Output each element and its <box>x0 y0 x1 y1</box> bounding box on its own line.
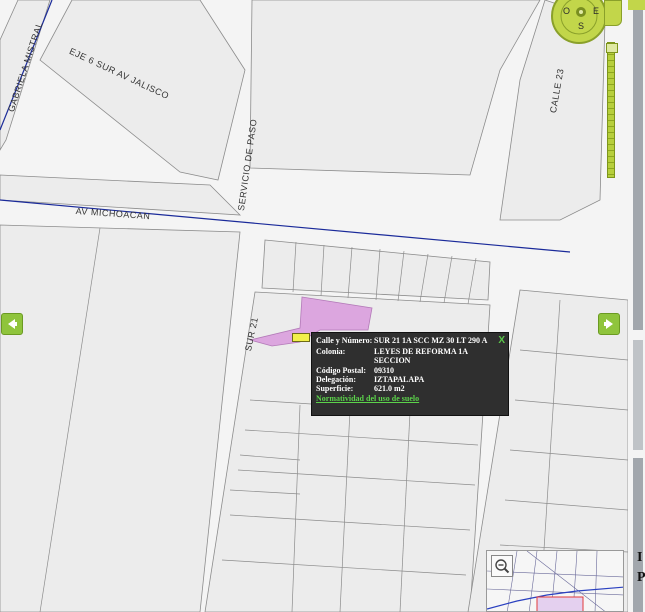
map-canvas[interactable]: GABRIELA MISTRAL EJE 6 SUR AV JALISCO SE… <box>0 0 628 612</box>
side-text-line-2: P <box>637 570 645 585</box>
popup-value: SUR 21 1A SCC MZ 30 LT 290 A <box>374 336 488 345</box>
popup-label: Código Postal: <box>316 366 366 375</box>
land-use-link[interactable]: Normatividad del uso de suelo <box>316 394 504 403</box>
popup-value: LEYES DE REFORMA 1A SECCION <box>374 347 468 365</box>
popup-close-button[interactable]: X <box>498 335 505 346</box>
popup-row-delegacion: Delegación: IZTAPALAPA <box>316 375 504 384</box>
side-panel-text: I P <box>637 548 645 588</box>
compass-tab[interactable] <box>604 0 622 26</box>
compass-east[interactable]: E <box>593 6 599 16</box>
parcel-marker <box>292 333 310 342</box>
side-text-line-1: I <box>637 550 643 565</box>
compass-south[interactable]: S <box>578 21 584 31</box>
map-base <box>0 0 628 612</box>
popup-row-address: Calle y Número: SUR 21 1A SCC MZ 30 LT 2… <box>316 336 504 345</box>
right-panel-edge <box>628 0 645 612</box>
zoom-slider[interactable] <box>606 42 618 178</box>
arrow-right-icon <box>604 319 613 329</box>
popup-value: 09310 <box>374 366 394 375</box>
popup-label: Calle y Número: <box>316 336 373 345</box>
popup-label: Delegación: <box>316 375 356 384</box>
overview-zoom-button[interactable] <box>491 555 513 577</box>
compass-rose[interactable]: O E S <box>551 0 607 44</box>
block-sw-large <box>0 224 241 612</box>
arrow-left-icon <box>8 319 17 329</box>
popup-value: IZTAPALAPA <box>374 375 425 384</box>
panel-accent <box>628 0 645 10</box>
compass-west[interactable]: O <box>563 6 570 16</box>
zoom-slider-thumb[interactable] <box>606 43 618 53</box>
magnifier-minus-icon <box>495 559 510 574</box>
popup-value: 621.0 m2 <box>374 384 405 393</box>
pan-right-button[interactable] <box>598 313 620 335</box>
parcel-info-popup: X Calle y Número: SUR 21 1A SCC MZ 30 LT… <box>311 332 509 416</box>
panel-scrollbar-top[interactable] <box>633 0 643 330</box>
panel-scrollbar-middle[interactable] <box>633 340 643 450</box>
pan-left-button[interactable] <box>1 313 23 335</box>
popup-row-colonia: Colonia: LEYES DE REFORMA 1A SECCION <box>316 347 504 365</box>
panel-scrollbar-bottom[interactable] <box>633 458 643 612</box>
popup-row-superficie: Superficie: 621.0 m2 <box>316 384 504 393</box>
popup-row-postal: Código Postal: 09310 <box>316 366 504 375</box>
popup-label: Colonia: <box>316 347 346 356</box>
overview-map[interactable] <box>486 550 624 612</box>
popup-label: Superficie: <box>316 384 354 393</box>
